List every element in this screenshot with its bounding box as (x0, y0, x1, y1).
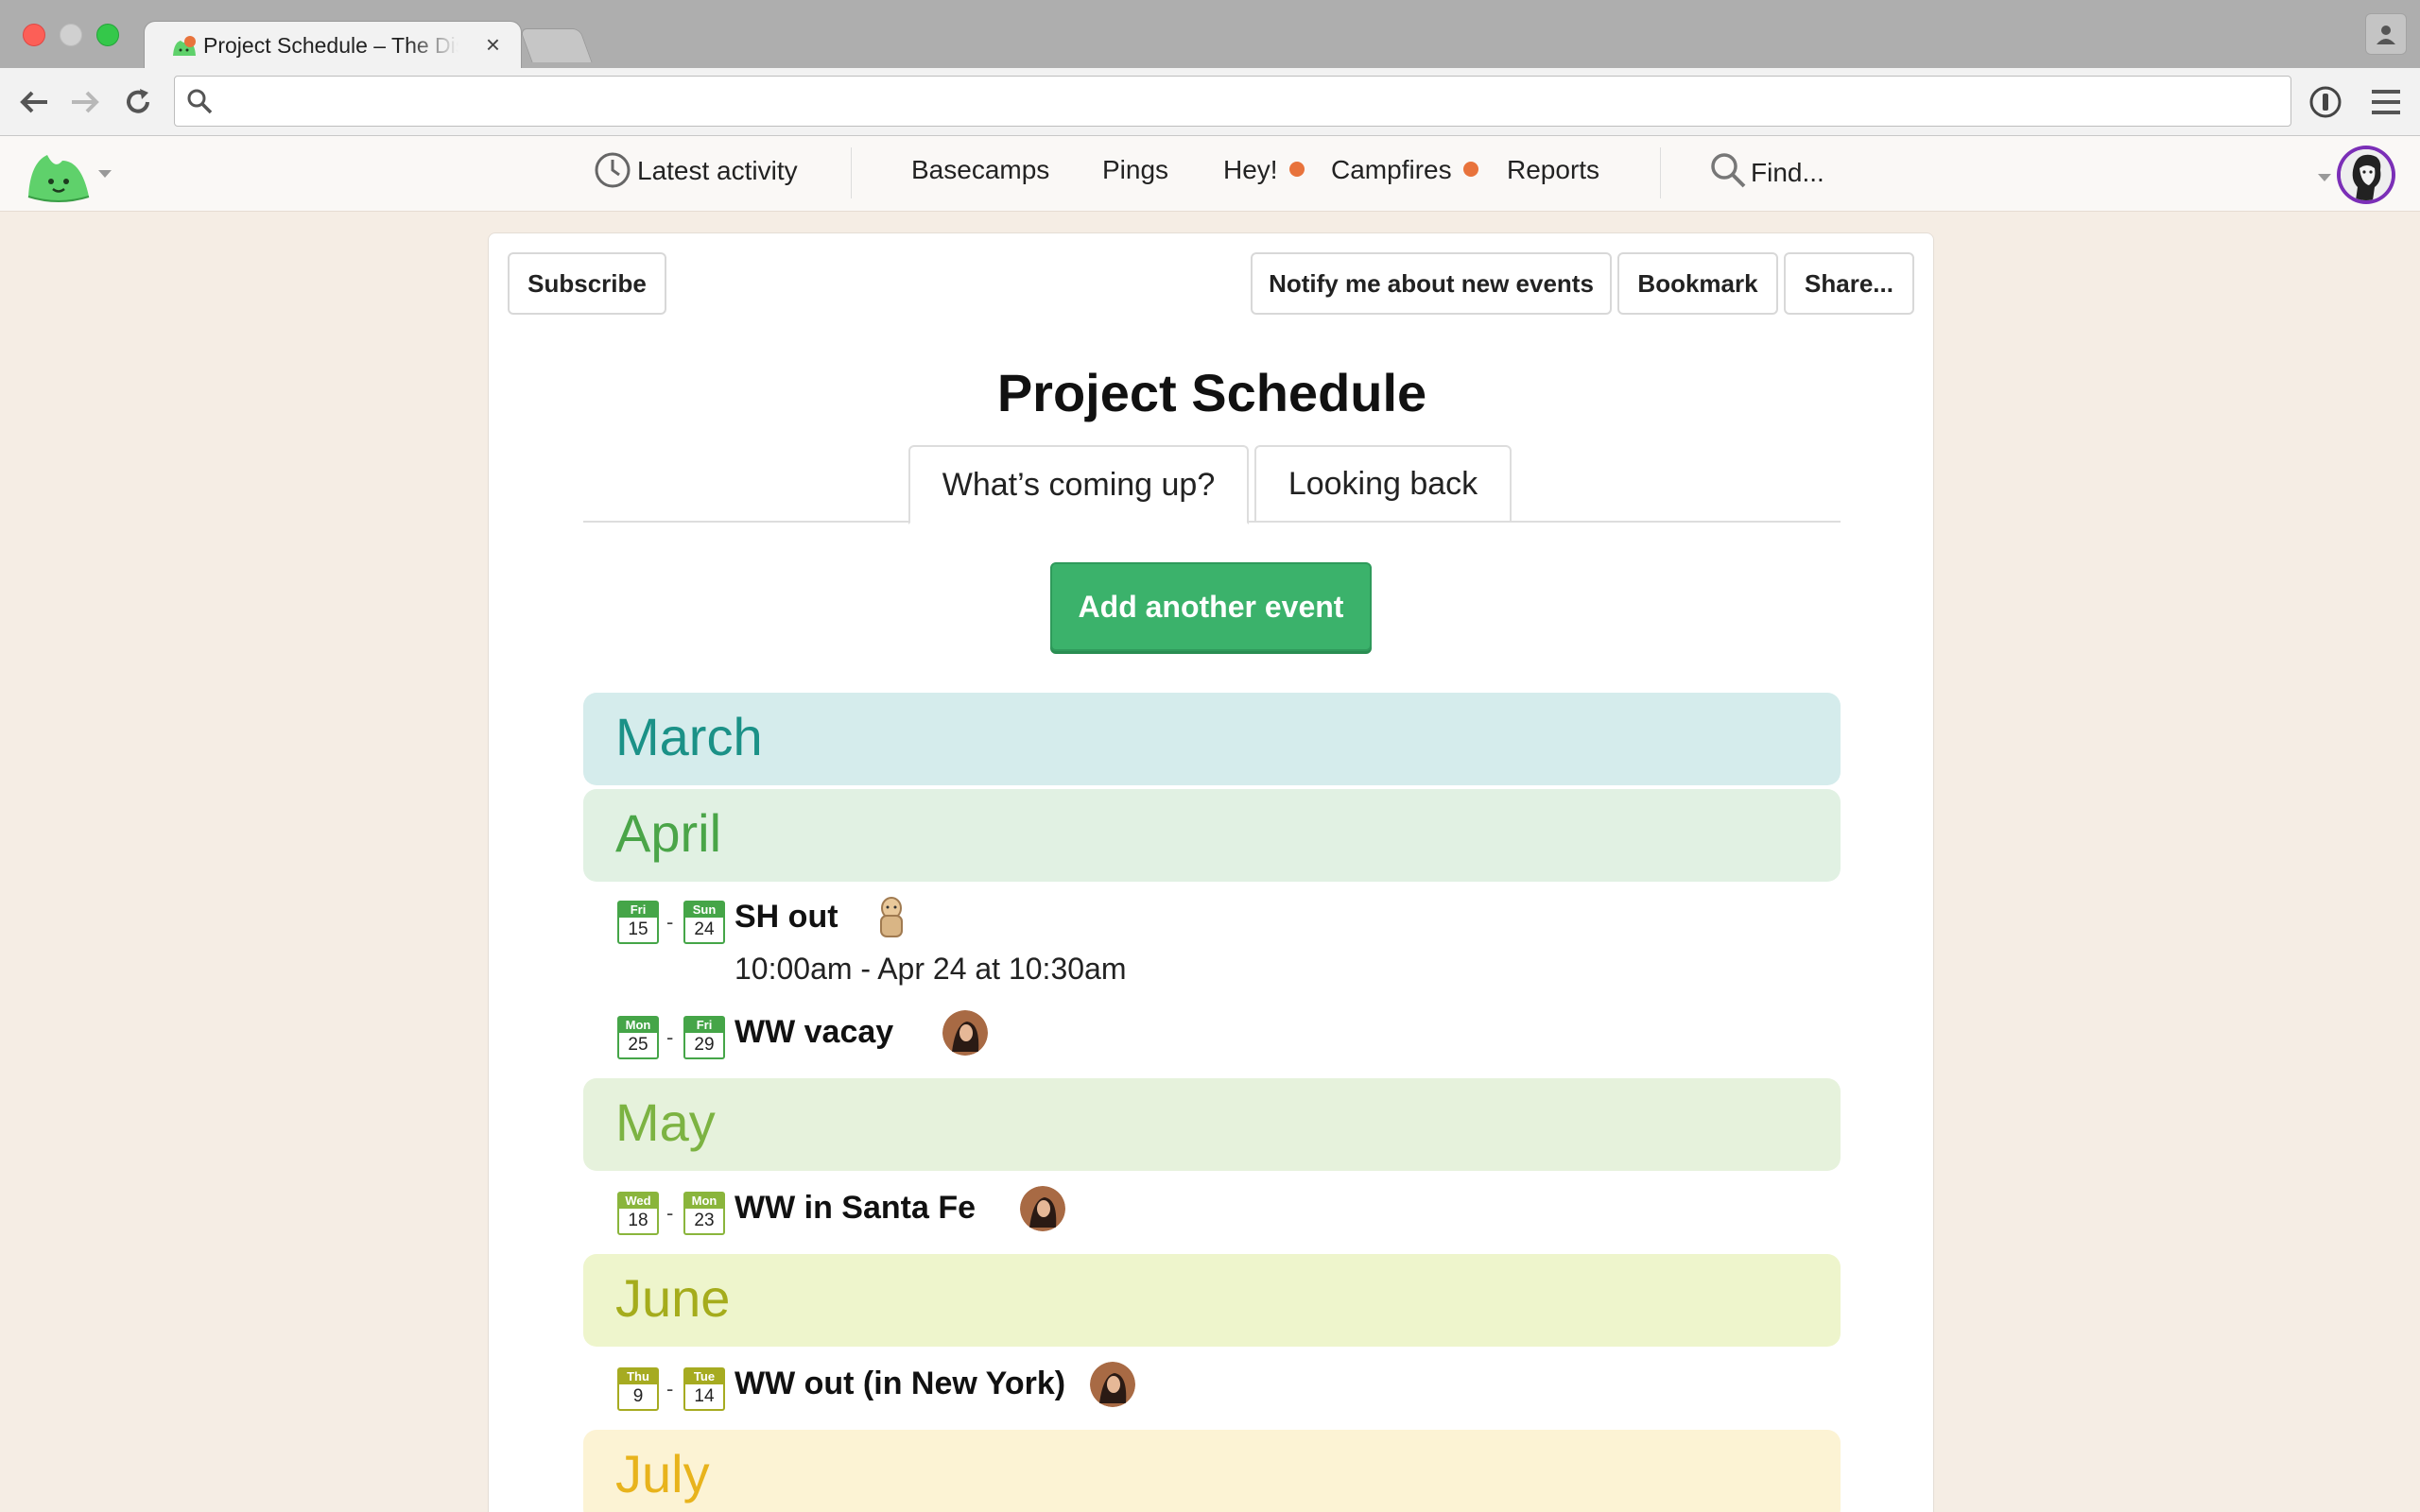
ww-avatar-icon (942, 1010, 988, 1056)
day-of-week: Sun (685, 902, 723, 918)
day-number: 9 (632, 1386, 644, 1406)
ww-avatar-icon (1020, 1186, 1065, 1231)
profile-icon[interactable] (2365, 13, 2407, 55)
date-range-dash: - (666, 1025, 674, 1049)
campfires-notification-dot (1462, 162, 1478, 177)
day-number: 18 (628, 1211, 648, 1230)
day-number: 14 (694, 1386, 715, 1406)
browser-tab-active[interactable]: Project Schedule – The Distance × (144, 21, 522, 70)
hamburger-menu-icon[interactable] (2369, 87, 2403, 117)
nav-divider (851, 147, 852, 198)
add-event-button[interactable]: Add another event (1050, 562, 1372, 651)
clock-icon (595, 152, 631, 188)
day-number: 23 (694, 1211, 715, 1230)
day-number: 24 (694, 919, 715, 939)
end-date-calendar-icon: Tue 14 (683, 1367, 725, 1411)
nav-basecamps[interactable]: Basecamps (911, 155, 1049, 185)
user-avatar[interactable] (2337, 146, 2395, 204)
month-label: June (615, 1268, 731, 1328)
day-of-week: Thu (619, 1369, 657, 1384)
event-title[interactable]: SH out (735, 899, 838, 936)
date-range-dash: - (666, 1377, 674, 1400)
start-date-calendar-icon: Mon 25 (617, 1016, 659, 1059)
avatar-caret-icon[interactable] (2318, 174, 2331, 181)
start-date-calendar-icon: Wed 18 (617, 1192, 659, 1235)
event-title[interactable]: WW out (in New York) (735, 1366, 1065, 1402)
magnifier-icon (1711, 153, 1746, 188)
app-navigation: Latest activity Basecamps Pings Hey! Cam… (0, 136, 2420, 212)
basecamp-favicon-icon (173, 36, 196, 56)
address-input[interactable] (224, 77, 2275, 126)
maximize-window-button[interactable] (96, 24, 119, 46)
month-label: May (615, 1092, 716, 1152)
bookmark-button[interactable]: Bookmark (1617, 252, 1778, 315)
tab-looking-back[interactable]: Looking back (1254, 445, 1512, 523)
month-header-june: June (583, 1254, 1841, 1347)
month-label: July (615, 1444, 710, 1503)
event-time: 10:00am - Apr 24 at 10:30am (735, 952, 1127, 986)
end-date-calendar-icon: Fri 29 (683, 1016, 725, 1059)
nav-hey[interactable]: Hey! (1223, 155, 1305, 185)
day-number: 15 (628, 919, 648, 939)
day-of-week: Fri (685, 1018, 723, 1033)
forward-arrow-icon[interactable] (66, 83, 104, 121)
month-header-april: April (583, 789, 1841, 882)
password-manager-icon[interactable] (2308, 85, 2342, 119)
start-date-calendar-icon: Thu 9 (617, 1367, 659, 1411)
browser-chrome: Project Schedule – The Distance × (0, 0, 2420, 136)
event-title[interactable]: WW vacay (735, 1014, 893, 1051)
reload-icon[interactable] (119, 83, 157, 121)
day-of-week: Mon (619, 1018, 657, 1033)
month-header-may: May (583, 1078, 1841, 1171)
address-bar[interactable] (174, 76, 2291, 127)
nav-latest-activity-label: Latest activity (637, 156, 798, 185)
day-of-week: Tue (685, 1369, 723, 1384)
minimize-window-button[interactable] (60, 24, 82, 46)
month-label: March (615, 707, 763, 766)
hey-notification-dot (1288, 162, 1305, 177)
close-window-button[interactable] (23, 24, 45, 46)
month-header-march: March (583, 693, 1841, 785)
logo-caret-icon[interactable] (98, 170, 112, 178)
month-label: April (615, 803, 722, 863)
new-tab-button[interactable] (519, 28, 593, 62)
ww-avatar-icon (1090, 1362, 1135, 1407)
tab-whats-coming-up[interactable]: What’s coming up? (908, 445, 1249, 524)
back-arrow-icon[interactable] (15, 83, 53, 121)
avatar-portrait-icon (2341, 149, 2392, 200)
nav-find-label: Find... (1751, 158, 1824, 187)
nav-hey-label: Hey! (1223, 155, 1278, 184)
notify-button[interactable]: Notify me about new events (1251, 252, 1612, 315)
nav-campfires-label: Campfires (1331, 155, 1452, 184)
subscribe-button[interactable]: Subscribe (508, 252, 666, 315)
share-button[interactable]: Share... (1784, 252, 1914, 315)
sh-avatar-icon (880, 897, 903, 937)
day-number: 29 (694, 1035, 715, 1055)
event-title[interactable]: WW in Santa Fe (735, 1190, 976, 1227)
page-title: Project Schedule (996, 363, 1427, 422)
search-icon (187, 89, 213, 114)
tab-title: Project Schedule – The Distance (203, 33, 458, 58)
date-range-dash: - (666, 1201, 674, 1225)
date-range-dash: - (666, 910, 674, 934)
day-of-week: Wed (619, 1194, 657, 1209)
start-date-calendar-icon: Fri 15 (617, 901, 659, 944)
nav-reports[interactable]: Reports (1507, 155, 1599, 185)
basecamp-logo-icon[interactable] (25, 146, 93, 204)
day-number: 25 (628, 1035, 648, 1055)
day-of-week: Mon (685, 1194, 723, 1209)
end-date-calendar-icon: Mon 23 (683, 1192, 725, 1235)
schedule-card: Subscribe Notify me about new events Boo… (488, 232, 1934, 1512)
end-date-calendar-icon: Sun 24 (683, 901, 725, 944)
nav-find[interactable]: Find... (1709, 151, 1824, 189)
nav-pings[interactable]: Pings (1102, 155, 1168, 185)
tab-close-icon[interactable]: × (486, 31, 500, 58)
nav-divider (1660, 147, 1661, 198)
nav-latest-activity[interactable]: Latest activity (594, 151, 798, 189)
browser-toolbar (0, 68, 2420, 136)
day-of-week: Fri (619, 902, 657, 918)
month-header-july: July (583, 1430, 1841, 1512)
nav-campfires[interactable]: Campfires (1331, 155, 1478, 185)
tab-strip: Project Schedule – The Distance × (0, 0, 2420, 70)
